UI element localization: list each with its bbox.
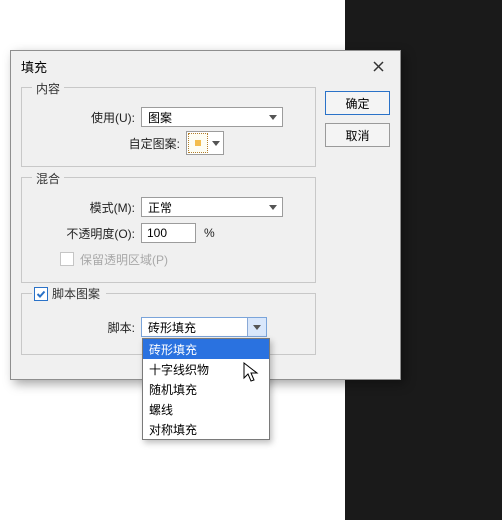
chevron-down-icon (247, 318, 266, 336)
custom-pattern-label: 自定图案: (30, 135, 186, 152)
pattern-picker[interactable] (186, 131, 224, 155)
opacity-input[interactable]: 100 (141, 223, 196, 243)
content-legend: 内容 (32, 80, 64, 97)
preserve-transparency-label: 保留透明区域(P) (80, 251, 168, 268)
script-label: 脚本: (30, 319, 141, 336)
scripted-pattern-legend-text: 脚本图案 (52, 285, 100, 302)
chevron-down-icon (264, 108, 282, 126)
close-icon (373, 61, 384, 72)
script-select-value: 砖形填充 (142, 319, 247, 336)
preserve-transparency-row: 保留透明区域(P) (30, 246, 307, 272)
chevron-down-icon (264, 198, 282, 216)
fill-dialog: 填充 确定 取消 内容 使用(U): 图案 (10, 50, 401, 380)
opacity-value: 100 (147, 226, 167, 240)
checkmark-icon (36, 289, 46, 299)
close-button[interactable] (362, 55, 394, 77)
use-select[interactable]: 图案 (141, 107, 283, 127)
ok-button[interactable]: 确定 (325, 91, 390, 115)
left-column: 内容 使用(U): 图案 自定图案: (21, 87, 316, 355)
mode-label: 模式(M): (30, 199, 141, 216)
script-option[interactable]: 十字线织物 (143, 359, 269, 379)
script-dropdown-list: 砖形填充十字线织物随机填充螺线对称填充 (142, 338, 270, 440)
pattern-swatch (188, 133, 208, 153)
use-select-value: 图案 (142, 109, 264, 126)
script-option[interactable]: 螺线 (143, 399, 269, 419)
dialog-title: 填充 (21, 57, 47, 76)
screenshot-stage: 填充 确定 取消 内容 使用(U): 图案 (0, 0, 502, 520)
scripted-pattern-groupbox: 脚本图案 脚本: 砖形填充 砖形填充十字线织物随机填充螺线对称填充 (21, 293, 316, 355)
custom-pattern-row: 自定图案: (30, 130, 307, 156)
scripted-pattern-legend: 脚本图案 (32, 285, 106, 302)
blend-groupbox: 混合 模式(M): 正常 不透明度(O): 100 (21, 177, 316, 283)
preserve-transparency-checkbox[interactable] (60, 252, 74, 266)
action-button-column: 确定 取消 (325, 91, 390, 147)
use-row: 使用(U): 图案 (30, 104, 307, 130)
script-option[interactable]: 对称填充 (143, 419, 269, 439)
opacity-row: 不透明度(O): 100 % (30, 220, 307, 246)
mode-row: 模式(M): 正常 (30, 194, 307, 220)
content-groupbox: 内容 使用(U): 图案 自定图案: (21, 87, 316, 167)
script-option[interactable]: 砖形填充 (143, 339, 269, 359)
script-row: 脚本: 砖形填充 砖形填充十字线织物随机填充螺线对称填充 (30, 314, 307, 340)
blend-legend: 混合 (32, 170, 64, 187)
mode-select[interactable]: 正常 (141, 197, 283, 217)
mode-select-value: 正常 (142, 199, 264, 216)
use-label: 使用(U): (30, 109, 141, 126)
cancel-button[interactable]: 取消 (325, 123, 390, 147)
opacity-unit: % (204, 226, 215, 240)
script-select[interactable]: 砖形填充 砖形填充十字线织物随机填充螺线对称填充 (141, 317, 267, 337)
dialog-body: 确定 取消 内容 使用(U): 图案 (11, 81, 400, 379)
scripted-pattern-checkbox[interactable] (34, 287, 48, 301)
title-bar[interactable]: 填充 (11, 51, 400, 81)
opacity-label: 不透明度(O): (30, 225, 141, 242)
chevron-down-icon (209, 141, 223, 146)
script-option[interactable]: 随机填充 (143, 379, 269, 399)
